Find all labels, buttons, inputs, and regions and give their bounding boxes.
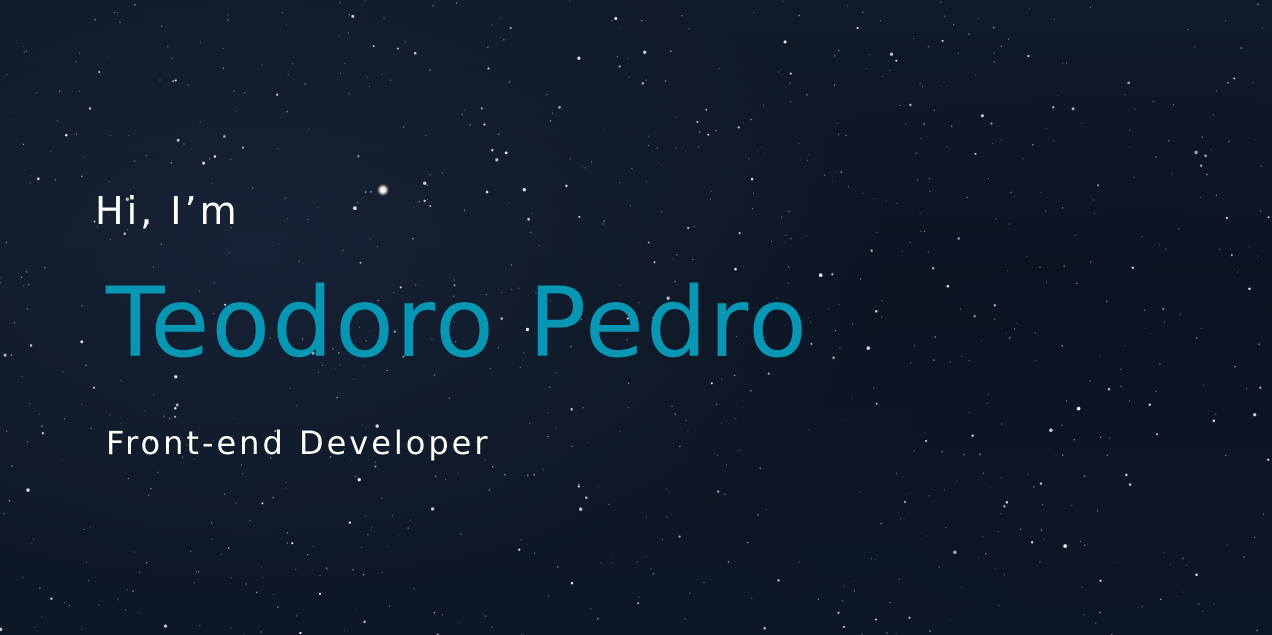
hero-name: Teodoro Pedro xyxy=(106,267,809,379)
hero-role: Front-end Developer xyxy=(106,424,491,462)
hero-greeting: Hi, I’m xyxy=(95,189,240,233)
hero-section: Hi, I’m Teodoro Pedro Front-end Develope… xyxy=(0,0,1272,635)
bright-star xyxy=(377,184,389,196)
